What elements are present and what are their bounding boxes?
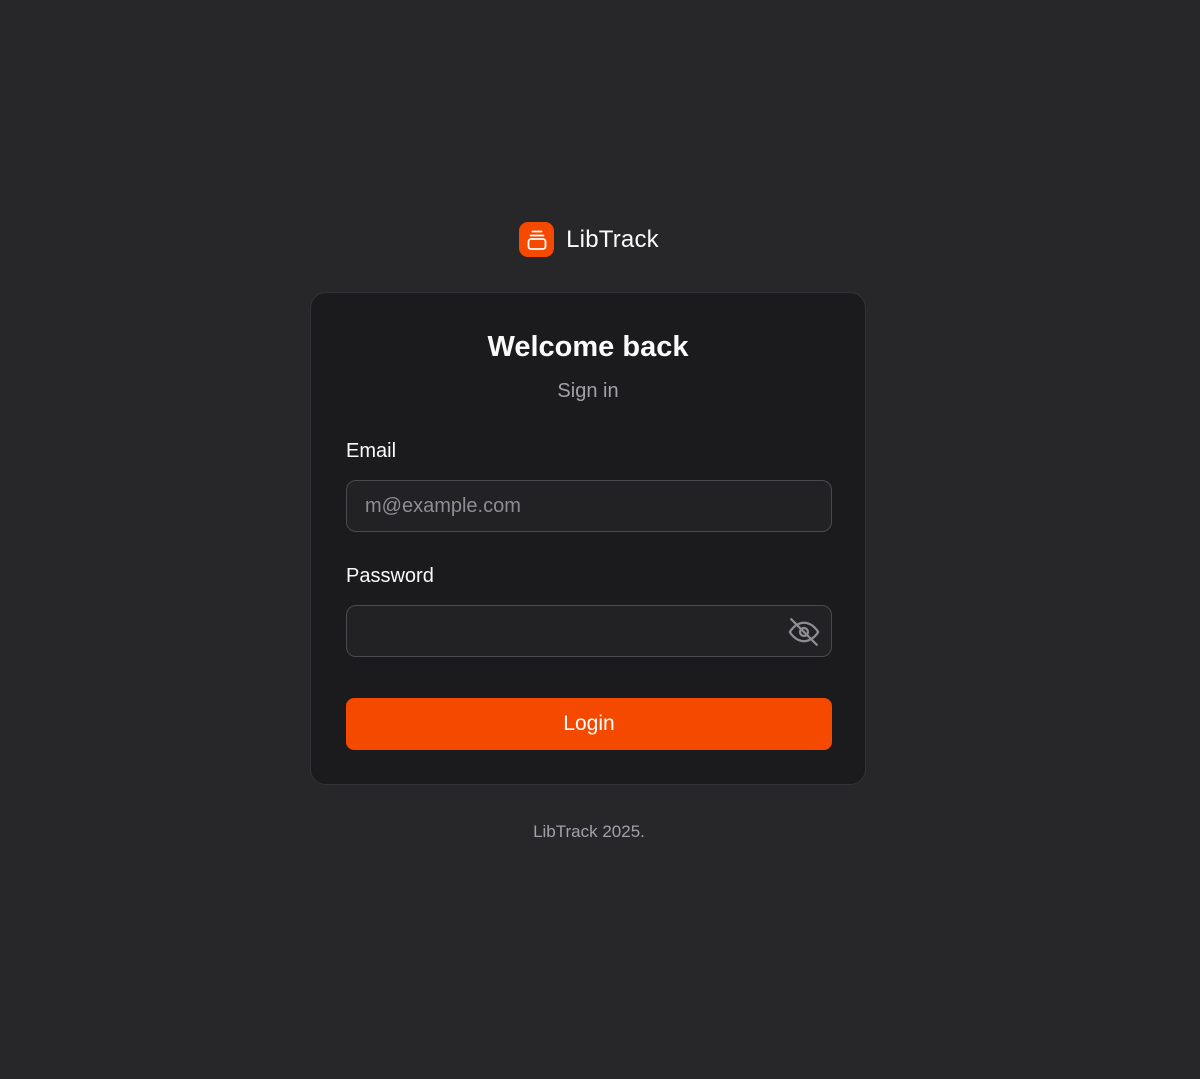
- login-card: Welcome back Sign in Email Password Logi…: [310, 292, 866, 785]
- card-subtitle: Sign in: [557, 380, 619, 402]
- email-label: Email: [346, 440, 397, 462]
- card-title: Welcome back: [487, 331, 689, 363]
- password-field[interactable]: [347, 606, 831, 656]
- email-field[interactable]: [347, 481, 831, 531]
- login-page: LibTrack Welcome back Sign in Email Pass…: [0, 0, 1200, 1079]
- password-label: Password: [346, 565, 434, 587]
- password-field-container: [346, 605, 832, 657]
- brand-name: LibTrack: [566, 225, 659, 253]
- eye-off-icon[interactable]: [787, 616, 821, 648]
- brand-header: LibTrack: [0, 222, 1178, 257]
- login-button[interactable]: Login: [346, 698, 832, 750]
- email-field-container: [346, 480, 832, 532]
- library-icon: [519, 222, 555, 257]
- footer-text: LibTrack 2025.: [533, 822, 645, 841]
